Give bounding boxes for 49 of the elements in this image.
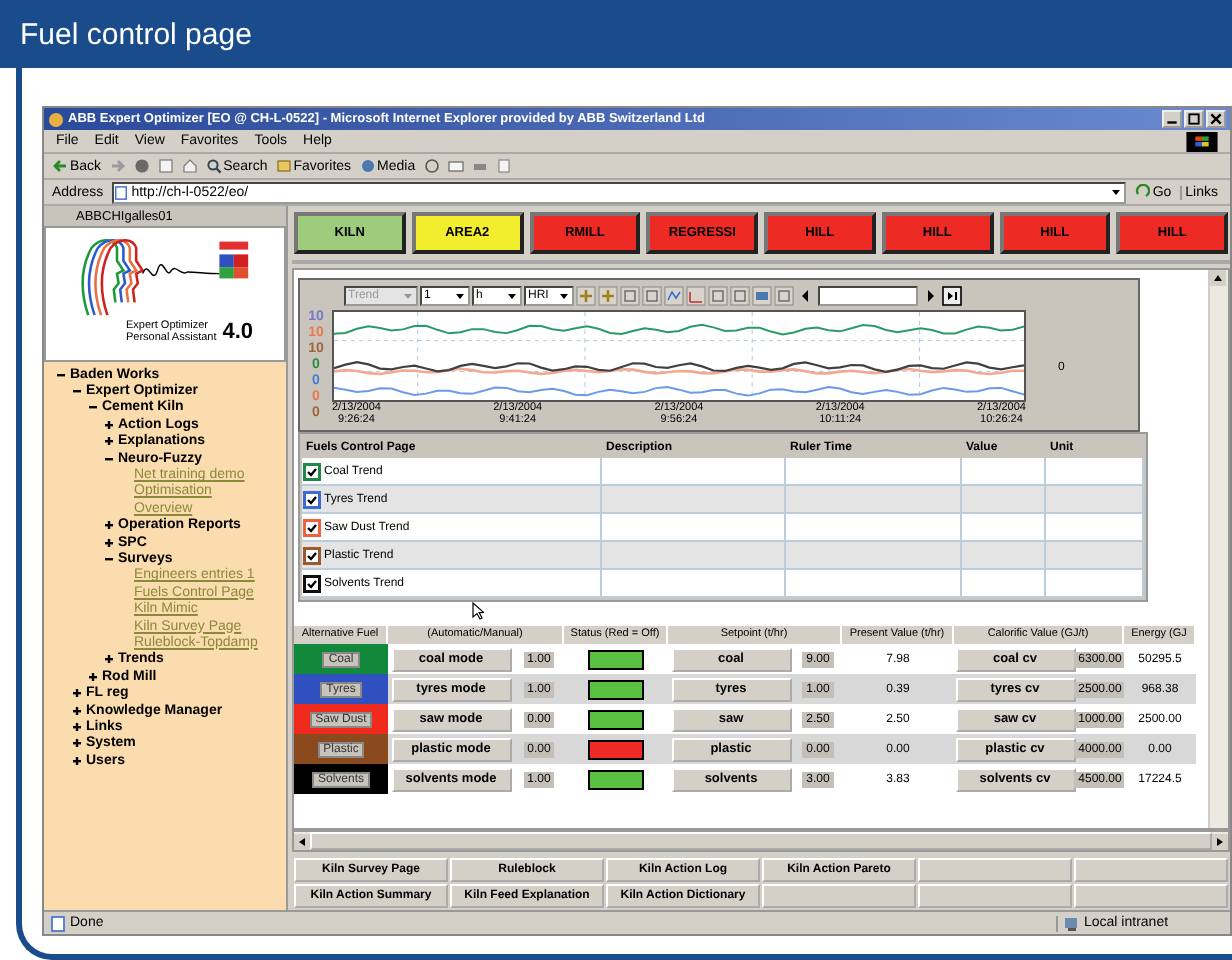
- back-arrow-icon: [52, 158, 68, 174]
- page-icon: [113, 185, 128, 199]
- plus-icon[interactable]: [104, 654, 114, 665]
- stop-icon[interactable]: [133, 158, 150, 174]
- close-icon: [1208, 112, 1224, 126]
- checkbox[interactable]: [302, 573, 322, 593]
- close-button[interactable]: [1206, 110, 1226, 128]
- checkbox[interactable]: [302, 517, 322, 537]
- chart-tool-icon[interactable]: [598, 285, 618, 305]
- plus-icon[interactable]: [72, 705, 82, 715]
- plus-icon[interactable]: [104, 436, 114, 447]
- version-number: 4.0: [222, 322, 254, 344]
- plus-icon[interactable]: [104, 520, 114, 531]
- page-title: Fuel control page: [20, 17, 252, 51]
- windows-logo-icon: [1186, 131, 1218, 151]
- checkbox[interactable]: [302, 545, 322, 565]
- browser-icon: [48, 111, 64, 127]
- scroll-up-icon[interactable]: [1210, 270, 1226, 286]
- mouse-cursor-icon: [472, 602, 484, 620]
- minimize-button[interactable]: [1162, 110, 1182, 128]
- maximize-button[interactable]: [1184, 110, 1204, 128]
- mail-icon[interactable]: [447, 158, 464, 174]
- search-icon: [205, 158, 222, 174]
- chart-tool-icon[interactable]: [576, 285, 596, 305]
- time-field[interactable]: [818, 285, 918, 305]
- plus-icon[interactable]: [72, 738, 82, 749]
- scroll-left-icon[interactable]: [294, 833, 310, 849]
- scroll-right-icon[interactable]: [1212, 833, 1228, 849]
- chart-tool-icon[interactable]: [664, 285, 684, 305]
- chart-tool-icon[interactable]: [686, 285, 706, 305]
- plus-icon[interactable]: [104, 419, 114, 430]
- maximize-icon: [1186, 112, 1202, 126]
- table-cell: [1046, 570, 1144, 598]
- media-icon: [359, 158, 376, 174]
- checkbox[interactable]: [302, 461, 322, 481]
- home-icon[interactable]: [181, 158, 198, 174]
- folder-icon: [275, 158, 292, 174]
- plus-icon[interactable]: [104, 537, 114, 548]
- page-icon: [50, 915, 66, 931]
- skip-end-icon[interactable]: [942, 285, 962, 305]
- table-cell: [962, 570, 1046, 598]
- checkbox[interactable]: [302, 489, 322, 509]
- plus-icon[interactable]: [88, 671, 98, 682]
- scrollbar-thumb[interactable]: [310, 832, 1212, 850]
- plus-icon[interactable]: [72, 721, 82, 732]
- dropdown-arrow-icon[interactable]: [1108, 184, 1125, 200]
- plus-icon[interactable]: [72, 688, 82, 699]
- intranet-icon: [1064, 915, 1080, 931]
- plus-icon[interactable]: [72, 755, 82, 766]
